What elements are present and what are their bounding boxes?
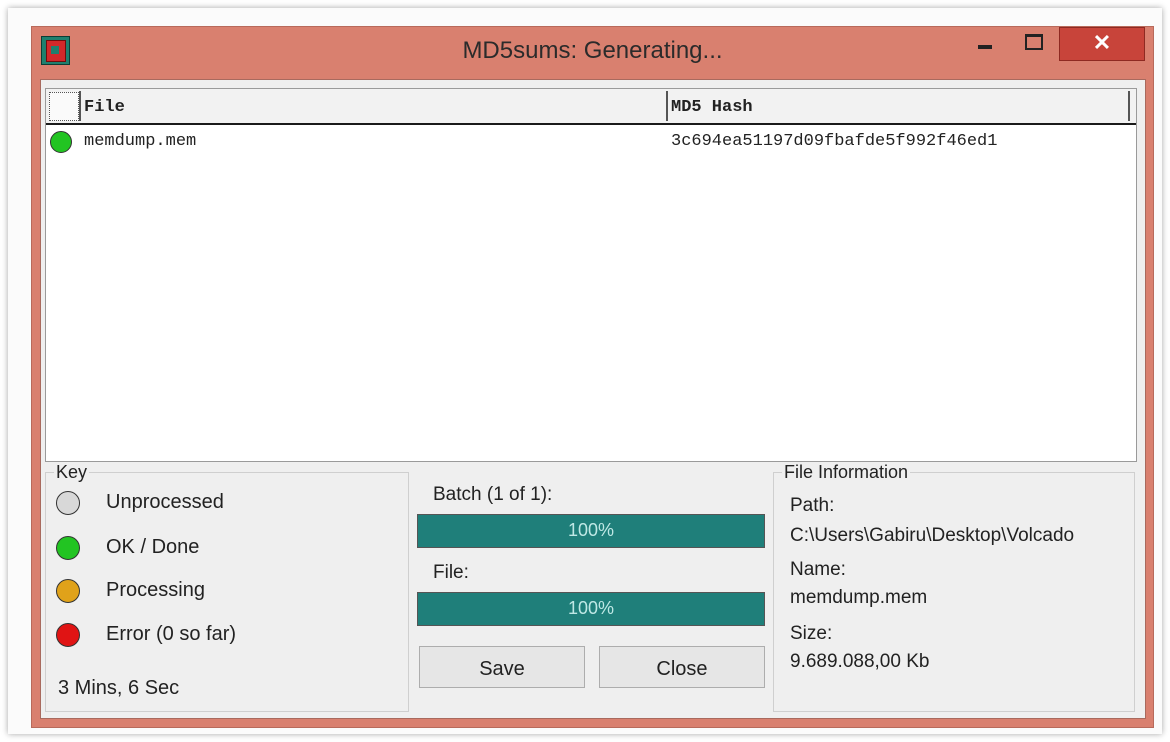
- progress-area: Batch (1 of 1): 100% File: 100% Save Clo…: [417, 472, 767, 710]
- md5sums-window: MD5sums: Generating... ✕ File MD5 Hash m…: [31, 26, 1154, 728]
- row-file-name: memdump.mem: [84, 132, 197, 151]
- column-header-file[interactable]: File: [84, 98, 125, 117]
- minimize-icon: [978, 45, 992, 49]
- close-icon: ✕: [1092, 30, 1112, 55]
- file-percent: 100%: [567, 598, 615, 618]
- status-error-icon: [56, 623, 80, 647]
- status-ok-icon: [50, 131, 72, 153]
- row-md5-hash: 3c694ea51197d09fbafde5f992f46ed1: [671, 132, 998, 151]
- name-label: Name:: [790, 559, 846, 580]
- close-button[interactable]: Close: [599, 646, 765, 688]
- file-information-title: File Information: [782, 462, 911, 483]
- title-bar[interactable]: MD5sums: Generating... ✕: [32, 27, 1153, 79]
- size-value: 9.689.088,00 Kb: [790, 651, 930, 672]
- file-progress-bar: 100%: [417, 592, 765, 626]
- column-header-hash[interactable]: MD5 Hash: [671, 98, 753, 117]
- path-value: C:\Users\Gabiru\Desktop\Volcado: [790, 525, 1075, 546]
- column-divider[interactable]: [666, 91, 668, 121]
- minimize-button[interactable]: [962, 27, 1008, 57]
- key-title: Key: [54, 462, 90, 483]
- column-divider[interactable]: [1128, 91, 1130, 121]
- select-all-column-header[interactable]: [49, 92, 79, 121]
- key-group: Key Unprocessed OK / Done Processing Err…: [45, 462, 409, 712]
- table-row[interactable]: memdump.mem 3c694ea51197d09fbafde5f992f4…: [46, 127, 1136, 157]
- name-value: memdump.mem: [790, 587, 928, 608]
- elapsed-time: 3 Mins, 6 Sec: [58, 677, 180, 699]
- key-label: Unprocessed: [106, 491, 224, 513]
- key-label: OK / Done: [106, 536, 200, 558]
- status-unprocessed-icon: [56, 491, 80, 515]
- batch-percent: 100%: [567, 520, 615, 540]
- maximize-icon: [1025, 34, 1043, 50]
- window-close-button[interactable]: ✕: [1059, 27, 1145, 61]
- client-area: File MD5 Hash memdump.mem 3c694ea51197d0…: [40, 79, 1146, 719]
- batch-progress-bar: 100%: [417, 514, 765, 548]
- list-header: File MD5 Hash: [46, 89, 1136, 125]
- key-label: Processing: [106, 579, 205, 601]
- status-ok-icon: [56, 536, 80, 560]
- path-label: Path:: [790, 495, 835, 516]
- batch-label: Batch (1 of 1):: [433, 484, 553, 505]
- column-divider[interactable]: [79, 91, 81, 121]
- save-button[interactable]: Save: [419, 646, 585, 688]
- status-processing-icon: [56, 579, 80, 603]
- file-list[interactable]: File MD5 Hash memdump.mem 3c694ea51197d0…: [45, 88, 1137, 462]
- file-progress-label: File:: [433, 562, 469, 583]
- maximize-button[interactable]: [1010, 27, 1056, 57]
- key-label: Error (0 so far): [106, 623, 237, 645]
- file-information-group: File Information Path: C:\Users\Gabiru\D…: [773, 462, 1135, 712]
- size-label: Size:: [790, 623, 833, 644]
